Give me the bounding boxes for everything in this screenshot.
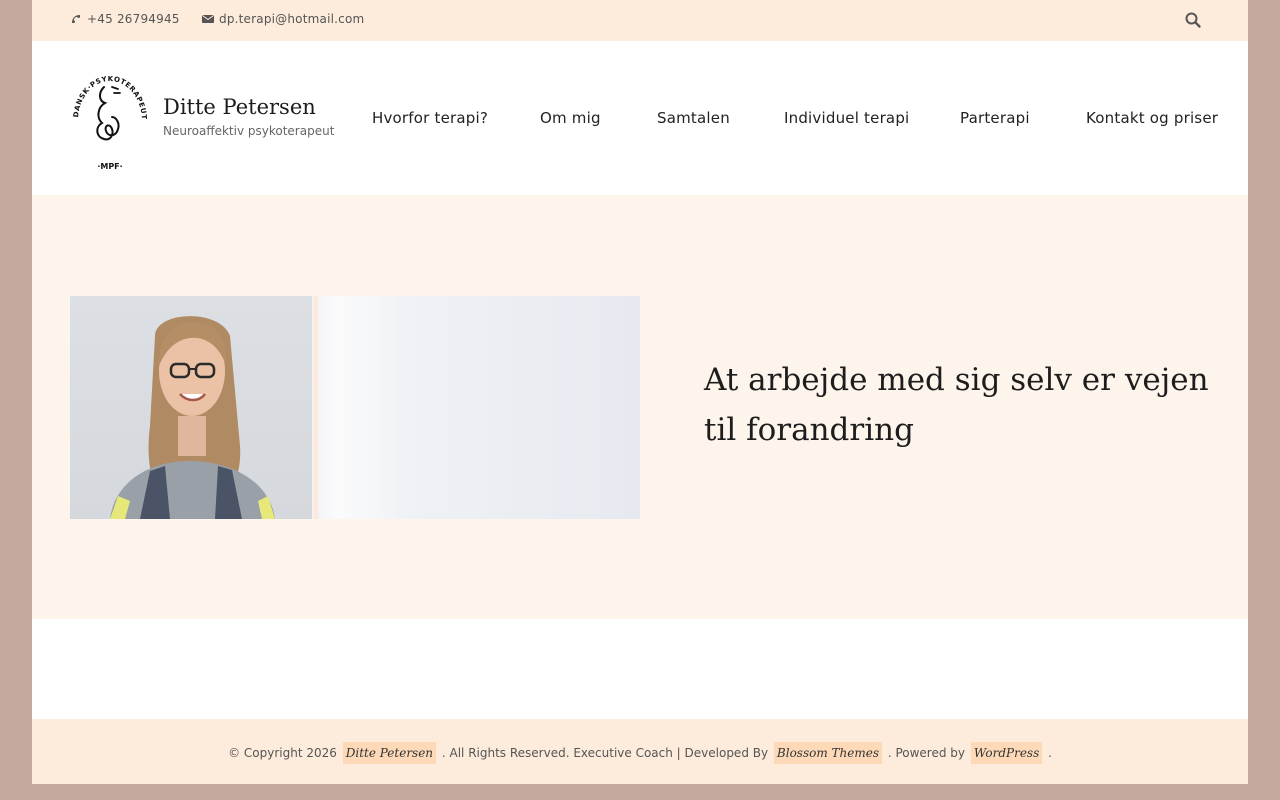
- site-header: DANSK·PSYKOTERAPEUTFORENING ·MPF· Ditte …: [32, 41, 1248, 195]
- svg-text:·MPF·: ·MPF·: [97, 162, 122, 171]
- footer-wordpress-link[interactable]: WordPress: [970, 742, 1043, 764]
- nav-item-kontakt-og-priser[interactable]: Kontakt og priser: [1086, 109, 1218, 127]
- search-icon: [1185, 12, 1201, 28]
- hero-heading: At arbejde med sig selv er vejen til for…: [704, 362, 1209, 448]
- site-footer: © Copyright 2026 Ditte Petersen . All Ri…: [32, 719, 1248, 784]
- copyright-text: © Copyright 2026: [228, 746, 337, 760]
- search-button[interactable]: [1184, 11, 1202, 29]
- envelope-icon: [202, 15, 214, 23]
- page-container: +45 26794945 dp.terapi@hotmail.com DANSK…: [32, 0, 1248, 784]
- powered-text: . Powered by: [887, 746, 966, 760]
- top-bar: +45 26794945 dp.terapi@hotmail.com: [32, 0, 1248, 41]
- nav-item-hvorfor-terapi[interactable]: Hvorfor terapi?: [372, 109, 488, 127]
- footer-end: .: [1048, 746, 1052, 760]
- nav-item-individuel-terapi[interactable]: Individuel terapi: [784, 109, 909, 127]
- nav-item-om-mig[interactable]: Om mig: [540, 109, 601, 127]
- nav-item-samtalen[interactable]: Samtalen: [657, 109, 730, 127]
- phone-icon: [72, 15, 80, 23]
- phone-contact[interactable]: +45 26794945: [70, 12, 180, 26]
- footer-theme-link[interactable]: Blossom Themes: [773, 742, 882, 764]
- rights-text: . All Rights Reserved. Executive Coach |…: [441, 746, 769, 760]
- portrait-photo: [70, 296, 312, 519]
- image-divider: [312, 296, 320, 519]
- phone-number: +45 26794945: [87, 12, 180, 26]
- email-contact[interactable]: dp.terapi@hotmail.com: [202, 12, 364, 26]
- footer-site-link[interactable]: Ditte Petersen: [342, 742, 437, 764]
- email-address: dp.terapi@hotmail.com: [219, 12, 365, 26]
- nav-item-parterapi[interactable]: Parterapi: [960, 109, 1030, 127]
- hero-section: At arbejde med sig selv er vejen til for…: [32, 195, 1248, 619]
- hero-portrait-image: [70, 296, 640, 519]
- footer-copyright: © Copyright 2026 Ditte Petersen . All Ri…: [32, 742, 1248, 764]
- main-navigation: Hvorfor terapi? Om mig Samtalen Individu…: [32, 109, 1248, 129]
